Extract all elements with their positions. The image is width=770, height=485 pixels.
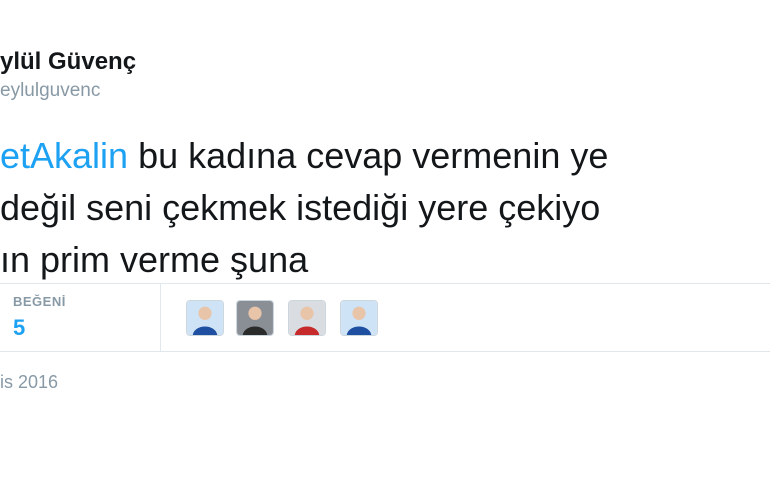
likes-label[interactable]: BEĞENİ [13,294,66,309]
stats-bottom-divider [0,351,770,352]
stats-top-divider [0,283,770,284]
tweet-text: etAkalin bu kadına cevap vermenin ye değ… [0,130,608,286]
likes-count[interactable]: 5 [13,315,25,341]
user-display-name[interactable]: ylül Güvenç [0,48,136,76]
tweet-line-3: ın prim verme şuna [0,234,608,286]
user-handle[interactable]: eylulguvenc [0,80,100,102]
stats-vertical-divider [160,283,161,352]
liker-avatar-2[interactable] [236,300,274,336]
liker-avatar-1[interactable] [186,300,224,336]
tweet-line-1: etAkalin bu kadına cevap vermenin ye [0,130,608,182]
mention-link[interactable]: etAkalin [0,135,128,176]
liker-avatar-4[interactable] [340,300,378,336]
tweet-line-text: değil seni çekmek istediği yere çekiyo [0,187,601,228]
tweet-line-text: ın prim verme şuna [0,239,309,280]
tweet-timestamp[interactable]: is 2016 [0,372,58,393]
liker-avatar-3[interactable] [288,300,326,336]
tweet-line-2: değil seni çekmek istediği yere çekiyo [0,182,608,234]
tweet-line-text: bu kadına cevap vermenin ye [128,135,609,176]
